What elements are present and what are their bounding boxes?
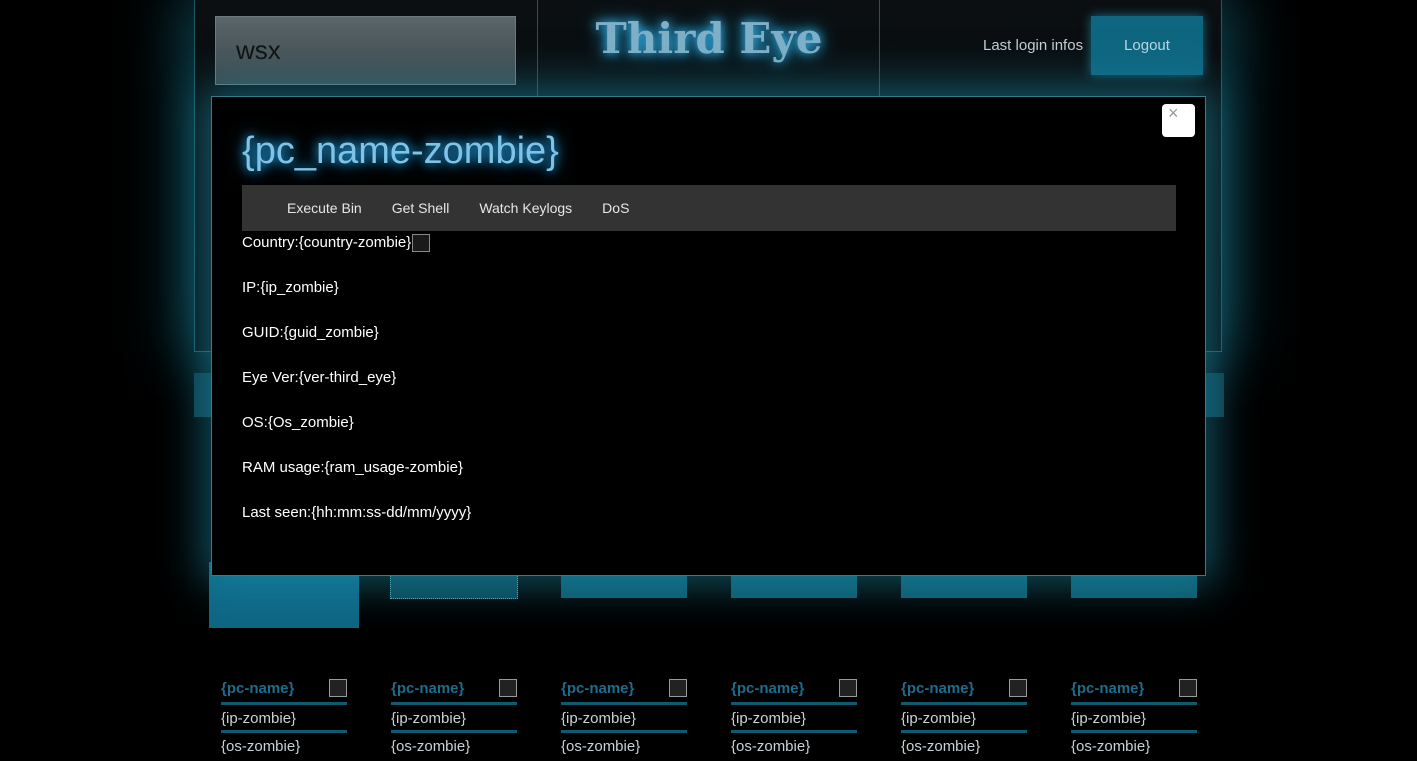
detail-label: GUID: <box>242 324 284 341</box>
detail-ip: IP:{ip_zombie} <box>242 279 471 324</box>
zombie-detail-modal: × {pc_name-zombie} Execute Bin Get Shell… <box>211 96 1206 576</box>
zombie-name-label: {pc-name} <box>391 680 465 697</box>
detail-country: Country:{country-zombie} <box>242 234 471 279</box>
zombie-ip: {ip-zombie} <box>561 710 637 727</box>
detail-guid: GUID:{guid_zombie} <box>242 324 471 369</box>
zombie-name-label: {pc-name} <box>901 680 975 697</box>
zombie-name[interactable]: {pc-name} <box>391 676 517 702</box>
zombie-name[interactable]: {pc-name} <box>221 676 347 702</box>
zombie-card[interactable]: {pc-name} {ip-zombie} {os-zombie} <box>731 676 857 758</box>
menu-item-execute-bin[interactable]: Execute Bin <box>272 200 377 216</box>
app-title: Third Eye <box>595 14 823 63</box>
detail-value: {guid_zombie} <box>283 324 379 341</box>
zombie-os: {os-zombie} <box>731 738 811 755</box>
modal-action-menu: Execute Bin Get Shell Watch Keylogs DoS <box>242 185 1176 231</box>
zombie-image-icon <box>839 679 857 697</box>
zombie-ip: {ip-zombie} <box>221 710 297 727</box>
detail-eye-ver: Eye Ver:{ver-third_eye} <box>242 369 471 414</box>
zombie-image-icon <box>329 679 347 697</box>
zombie-os: {os-zombie} <box>221 738 301 755</box>
zombie-card[interactable]: {pc-name} {ip-zombie} {os-zombie} <box>221 676 347 758</box>
detail-value: {ip_zombie} <box>260 279 339 296</box>
search-input[interactable]: wsx <box>215 16 516 85</box>
menu-item-watch-keylogs[interactable]: Watch Keylogs <box>464 200 587 216</box>
country-flag-icon <box>412 234 431 252</box>
zombie-image-icon <box>1179 679 1197 697</box>
zombie-name[interactable]: {pc-name} <box>561 676 687 702</box>
zombie-os: {os-zombie} <box>1071 738 1151 755</box>
zombie-image-icon <box>669 679 687 697</box>
close-icon: × <box>1168 103 1179 123</box>
detail-value: {ver-third_eye} <box>298 369 397 386</box>
close-button[interactable]: × <box>1162 104 1195 137</box>
last-login-link[interactable]: Last login infos <box>983 37 1083 54</box>
logout-button[interactable]: Logout <box>1091 16 1203 75</box>
zombie-name-label: {pc-name} <box>221 680 295 697</box>
detail-os: OS:{Os_zombie} <box>242 414 471 459</box>
zombie-ip: {ip-zombie} <box>391 710 467 727</box>
zombie-ip: {ip-zombie} <box>901 710 977 727</box>
zombie-image-icon <box>499 679 517 697</box>
detail-value: {country-zombie} <box>298 234 412 251</box>
detail-label: Eye Ver: <box>242 369 299 386</box>
detail-last-seen: Last seen:{hh:mm:ss-dd/mm/yyyy} <box>242 504 471 549</box>
zombie-card[interactable]: {pc-name} {ip-zombie} {os-zombie} <box>901 676 1027 758</box>
zombie-details: Country:{country-zombie} IP:{ip_zombie} … <box>242 234 471 549</box>
zombie-name[interactable]: {pc-name} <box>731 676 857 702</box>
zombie-card[interactable]: {pc-name} {ip-zombie} {os-zombie} <box>1071 676 1197 758</box>
detail-label: RAM usage: <box>242 459 325 476</box>
zombie-ip: {ip-zombie} <box>1071 710 1147 727</box>
menu-item-dos[interactable]: DoS <box>587 200 644 216</box>
detail-ram: RAM usage:{ram_usage-zombie} <box>242 459 471 504</box>
zombie-card[interactable]: {pc-name} {ip-zombie} {os-zombie} <box>391 676 517 758</box>
zombie-name[interactable]: {pc-name} <box>1071 676 1197 702</box>
zombie-os: {os-zombie} <box>561 738 641 755</box>
zombie-os: {os-zombie} <box>391 738 471 755</box>
modal-title: {pc_name-zombie} <box>242 130 559 172</box>
zombie-name[interactable]: {pc-name} <box>901 676 1027 702</box>
detail-value: {ram_usage-zombie} <box>324 459 463 476</box>
zombie-ip: {ip-zombie} <box>731 710 807 727</box>
detail-label: IP: <box>242 279 261 296</box>
menu-item-get-shell[interactable]: Get Shell <box>377 200 465 216</box>
zombie-card[interactable]: {pc-name} {ip-zombie} {os-zombie} <box>561 676 687 758</box>
zombie-os: {os-zombie} <box>901 738 981 755</box>
detail-value: {hh:mm:ss-dd/mm/yyyy} <box>311 504 472 521</box>
detail-label: OS: <box>242 414 268 431</box>
zombie-name-label: {pc-name} <box>1071 680 1145 697</box>
zombie-name-label: {pc-name} <box>561 680 635 697</box>
detail-label: Last seen: <box>242 504 312 521</box>
zombie-name-label: {pc-name} <box>731 680 805 697</box>
detail-value: {Os_zombie} <box>267 414 354 431</box>
zombie-image-icon <box>1009 679 1027 697</box>
detail-label: Country: <box>242 234 299 251</box>
